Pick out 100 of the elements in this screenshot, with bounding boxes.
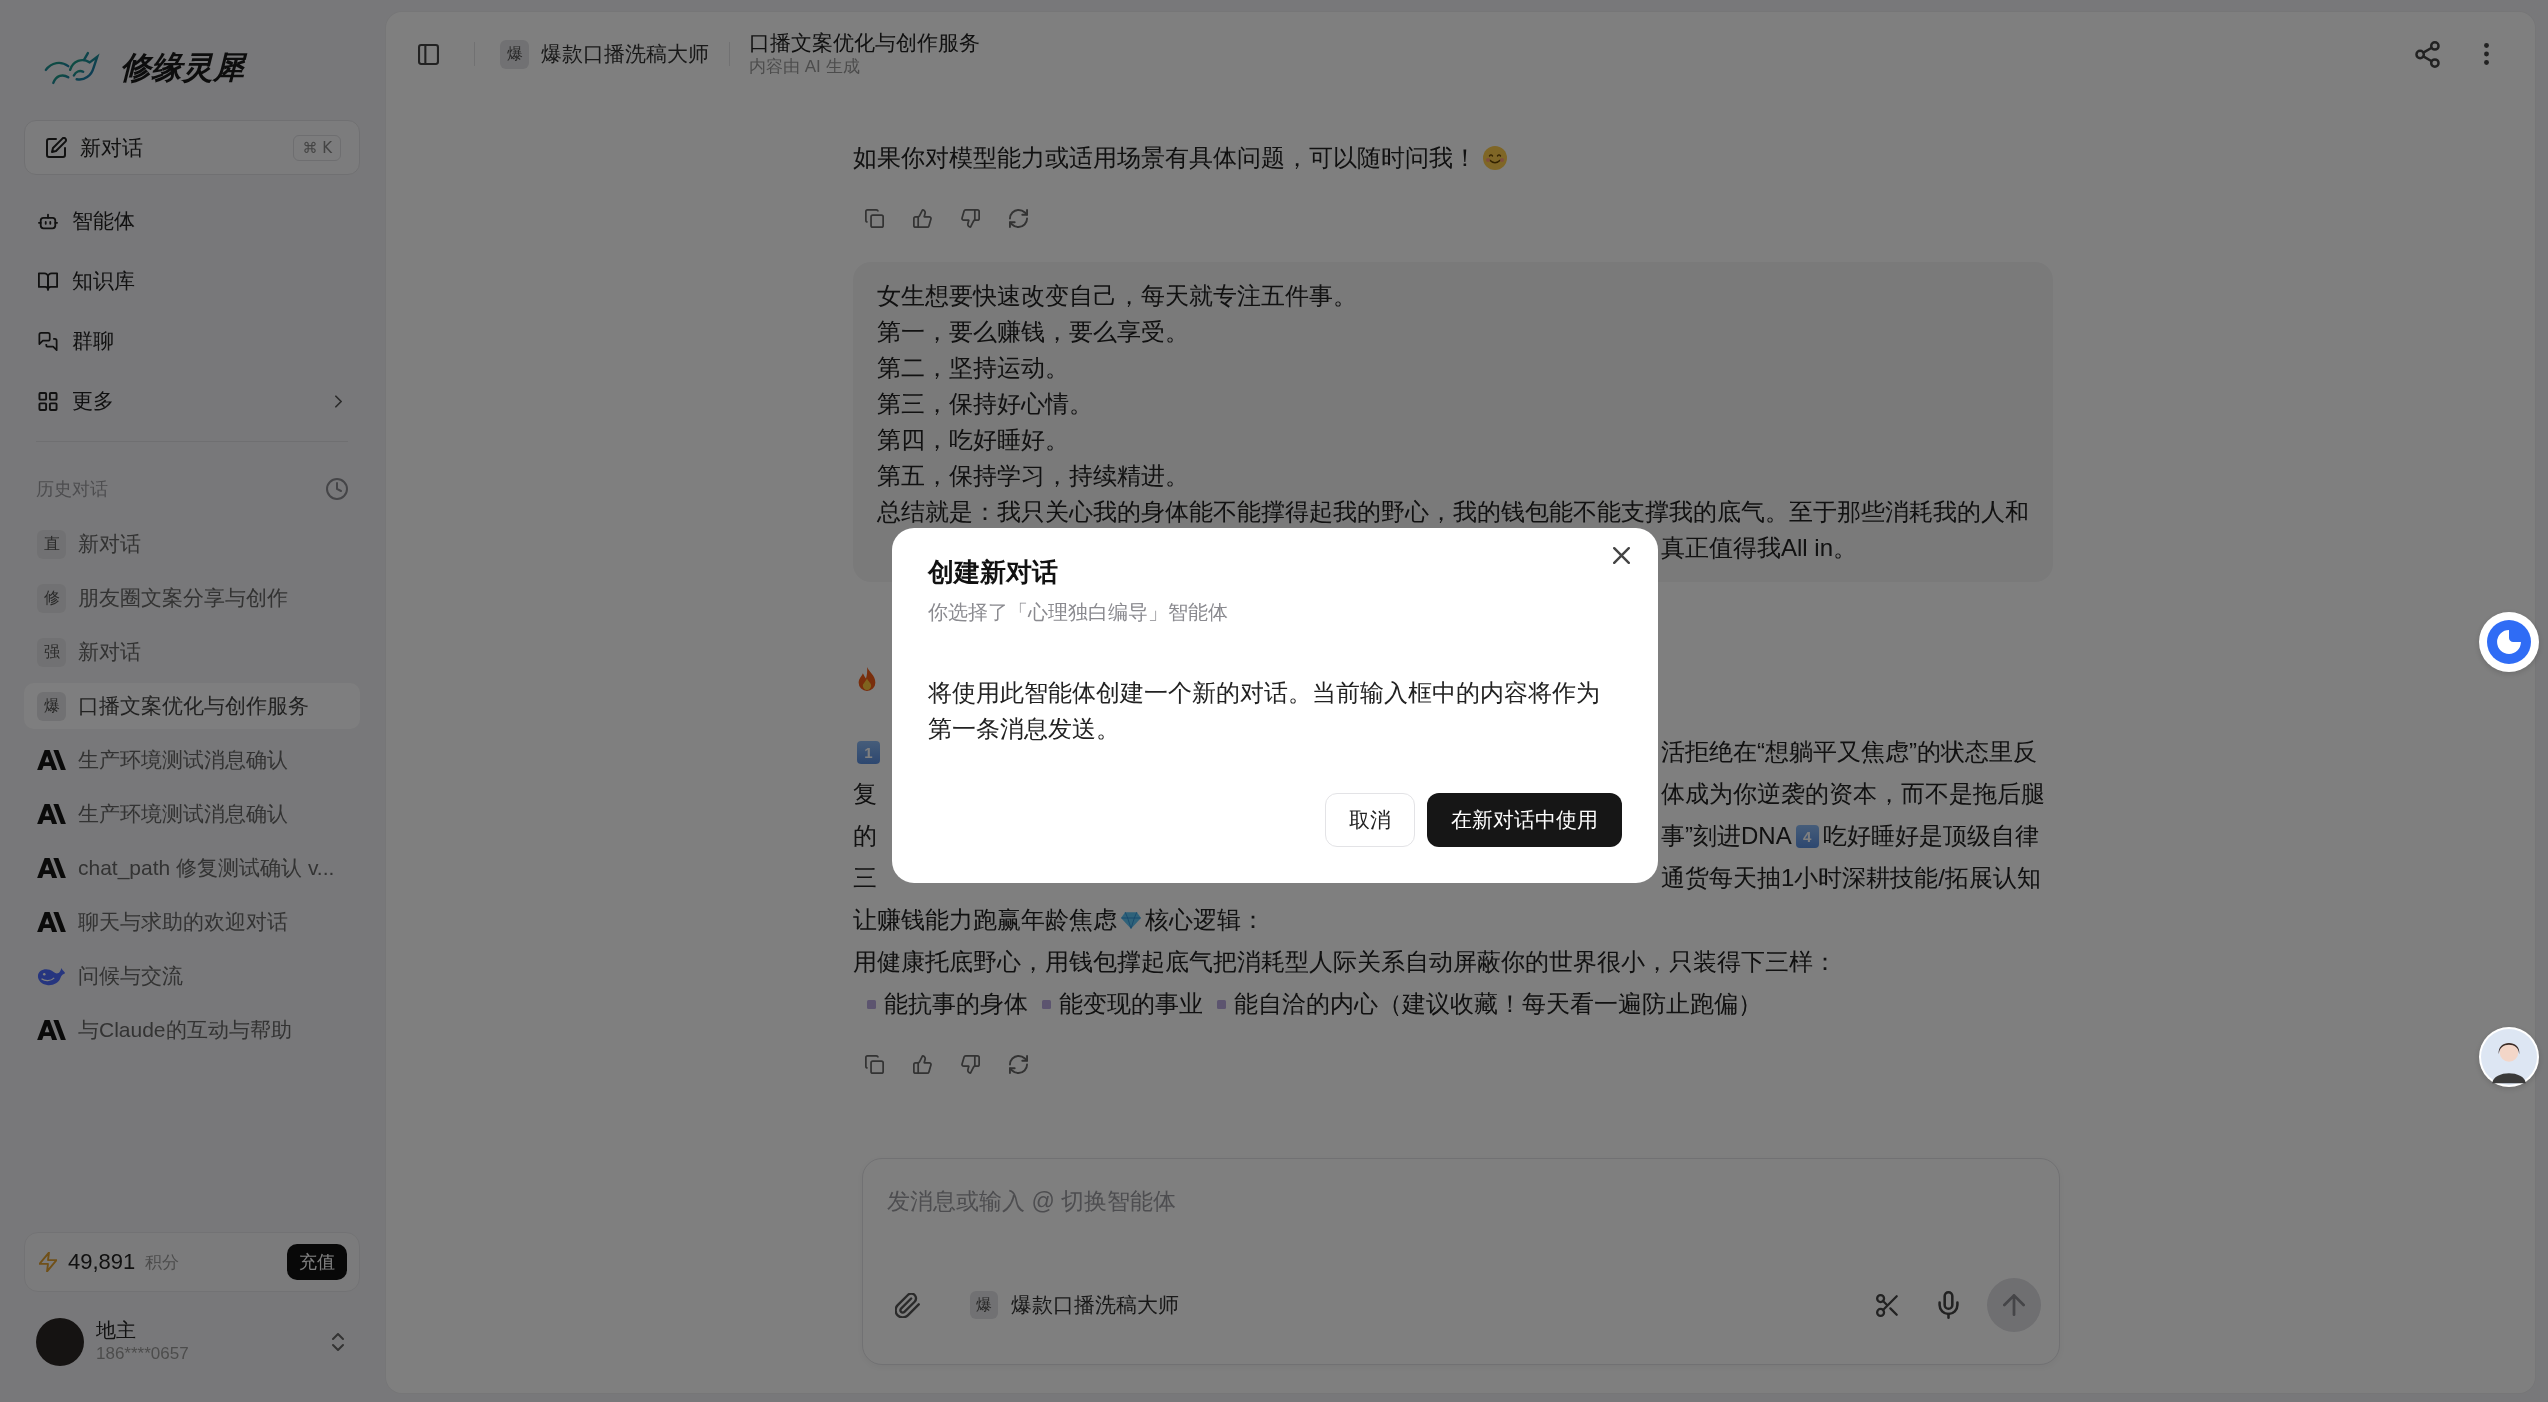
paperclip-icon [895, 1292, 920, 1318]
message-text: 真正值得我All in。 [1661, 533, 1858, 563]
message-text: 三 [853, 863, 877, 893]
account-switch-button[interactable] [332, 1333, 344, 1351]
dialog-message: 将使用此智能体创建一个新的对话。当前输入框中的内容将作为第一条消息发送。 [928, 678, 1601, 744]
history-item[interactable]: 强 新对话 [24, 629, 360, 675]
cancel-button[interactable]: 取消 [1325, 793, 1415, 847]
nav-label: 智能体 [72, 208, 135, 234]
fire-icon [858, 667, 876, 691]
history-item[interactable]: 修 朋友圈文案分享与创作 [24, 575, 360, 621]
agent-badge: 强 [37, 637, 66, 667]
refresh-icon [1008, 1054, 1028, 1074]
nav-item[interactable]: 智能体 [24, 197, 360, 245]
shortcut-key: ⌘ K [293, 134, 341, 161]
lightning-icon [39, 1252, 57, 1272]
number-keycap: 4 [1795, 824, 1819, 848]
dialog-title: 创建新对话 [928, 556, 1059, 589]
message-text: 复 [853, 779, 877, 809]
history-item[interactable]: 与Claude的互动与帮助 [24, 1007, 360, 1053]
history-item[interactable]: 爆 口播文案优化与创作服务 [24, 683, 360, 729]
agent-badge: 修 [37, 583, 66, 613]
history-title: 新对话 [78, 639, 141, 665]
share-button[interactable] [2415, 40, 2440, 68]
history-item[interactable]: 生产环境测试消息确认 [24, 737, 360, 783]
message-text: 第五，保持学习，持续精进。 [877, 461, 1189, 491]
book-icon [38, 271, 58, 291]
sidebar-toggle-button[interactable] [418, 43, 439, 65]
message-text: 体成为你逆袭的资本，而不是拖后腿 [1661, 779, 2045, 809]
message-text: 核心逻辑： [1145, 905, 1265, 935]
history-title: 朋友圈文案分享与创作 [78, 585, 288, 611]
logo-icon [44, 51, 100, 85]
message-text: 第一，要么赚钱，要么享受。 [877, 317, 1189, 347]
scissors-button[interactable] [1876, 1293, 1899, 1317]
arrow-up-icon [2003, 1294, 2025, 1316]
smiling-face-icon [1483, 146, 1507, 170]
message-text: 让赚钱能力跑赢年龄焦虑 [853, 905, 1117, 935]
history-title: 聊天与求助的欢迎对话 [78, 909, 288, 935]
dialog-subtitle: 你选择了「心理独白编导」智能体 [928, 600, 1229, 625]
nav-item[interactable]: 更多 [24, 377, 360, 425]
triangle-slash-icon [37, 804, 66, 824]
new-chat-label: 新对话 [80, 134, 143, 161]
square-bullet-icon [1042, 999, 1051, 1009]
recharge-button[interactable]: 充值 [287, 1244, 347, 1280]
history-title: 生产环境测试消息确认 [78, 747, 288, 773]
number-keycap: 1 [857, 740, 880, 764]
history-item[interactable]: 直 新对话 [24, 521, 360, 567]
nav-item[interactable]: 知识库 [24, 257, 360, 305]
voice-button[interactable] [1938, 1291, 1959, 1319]
agent-chip[interactable]: 爆 爆款口播洗稿大师 [970, 1291, 1179, 1319]
history-title: 问候与交流 [78, 963, 183, 989]
agent-badge: 爆 [500, 39, 529, 69]
confirm-button[interactable]: 在新对话中使用 [1427, 793, 1622, 847]
history-item[interactable]: chat_path 修复测试确认 v... [24, 845, 360, 891]
more-button[interactable] [2484, 43, 2489, 65]
close-button[interactable] [1613, 547, 1630, 564]
message-text: 女生想要快速改变自己，每天就专注五件事。 [877, 281, 1357, 311]
history-title: 口播文案优化与创作服务 [78, 693, 309, 719]
thumbs-down-icon [960, 208, 980, 228]
thumbs-up-icon [912, 208, 932, 228]
message-text: 第三，保持好心情。 [877, 389, 1093, 419]
user-avatar [36, 1318, 84, 1366]
history-title: 与Claude的互动与帮助 [78, 1017, 292, 1043]
triangle-slash-icon [37, 750, 66, 770]
message-text: 能抗事的身体 [884, 989, 1028, 1019]
new-chat-button[interactable]: 新对话 ⌘ K [24, 120, 360, 175]
credits-amount: 49,891 [68, 1249, 136, 1275]
share-icon [2415, 40, 2440, 68]
copy-icon [864, 208, 884, 228]
history-item[interactable]: 问候与交流 [24, 953, 360, 999]
copy-icon [864, 1054, 884, 1074]
message-text: 活拒绝在“想躺平又焦虑”的状态里反 [1661, 737, 2037, 767]
chat-title: 口播文案优化与创作服务 [749, 30, 980, 56]
message-text: 事”刻进DNA [1661, 821, 1792, 851]
up-down-chevron-icon [332, 1333, 344, 1351]
scissors-icon [1876, 1293, 1899, 1317]
history-item[interactable]: 聊天与求助的欢迎对话 [24, 899, 360, 945]
sidebar-toggle-icon [418, 43, 439, 65]
message-text: 第二，坚持运动。 [877, 353, 1069, 383]
message-text: 的 [853, 821, 877, 851]
message-text: 吃好睡好是顶级自律 [1822, 821, 2039, 851]
triangle-slash-icon [37, 912, 66, 932]
close-icon [1613, 547, 1630, 564]
nav-item[interactable]: 群聊 [24, 317, 360, 365]
attach-button[interactable] [895, 1292, 920, 1318]
chat-bubbles-icon [38, 331, 58, 351]
history-item[interactable]: 生产环境测试消息确认 [24, 791, 360, 837]
thumbs-down-icon [960, 1054, 980, 1074]
whale-icon [37, 966, 66, 986]
message-text: 用健康托底野心，用钱包撑起底气把消耗型人际关系自动屏蔽你的世界很小，只装得下三样： [853, 947, 1837, 977]
message-text: 能自洽的内心（建议收藏！每天看一遍防止跑偏） [1234, 989, 1762, 1019]
more-vertical-icon [2484, 43, 2489, 65]
chevron-right-icon [335, 394, 342, 408]
history-button[interactable] [326, 478, 348, 500]
message-text: 第四，吃好睡好。 [877, 425, 1069, 455]
clock-icon [326, 478, 348, 500]
square-bullet-icon [1217, 999, 1226, 1009]
grid-icon [38, 391, 58, 411]
microphone-icon [1938, 1291, 1959, 1319]
nav-label: 更多 [72, 388, 114, 414]
edit-icon [46, 137, 67, 158]
